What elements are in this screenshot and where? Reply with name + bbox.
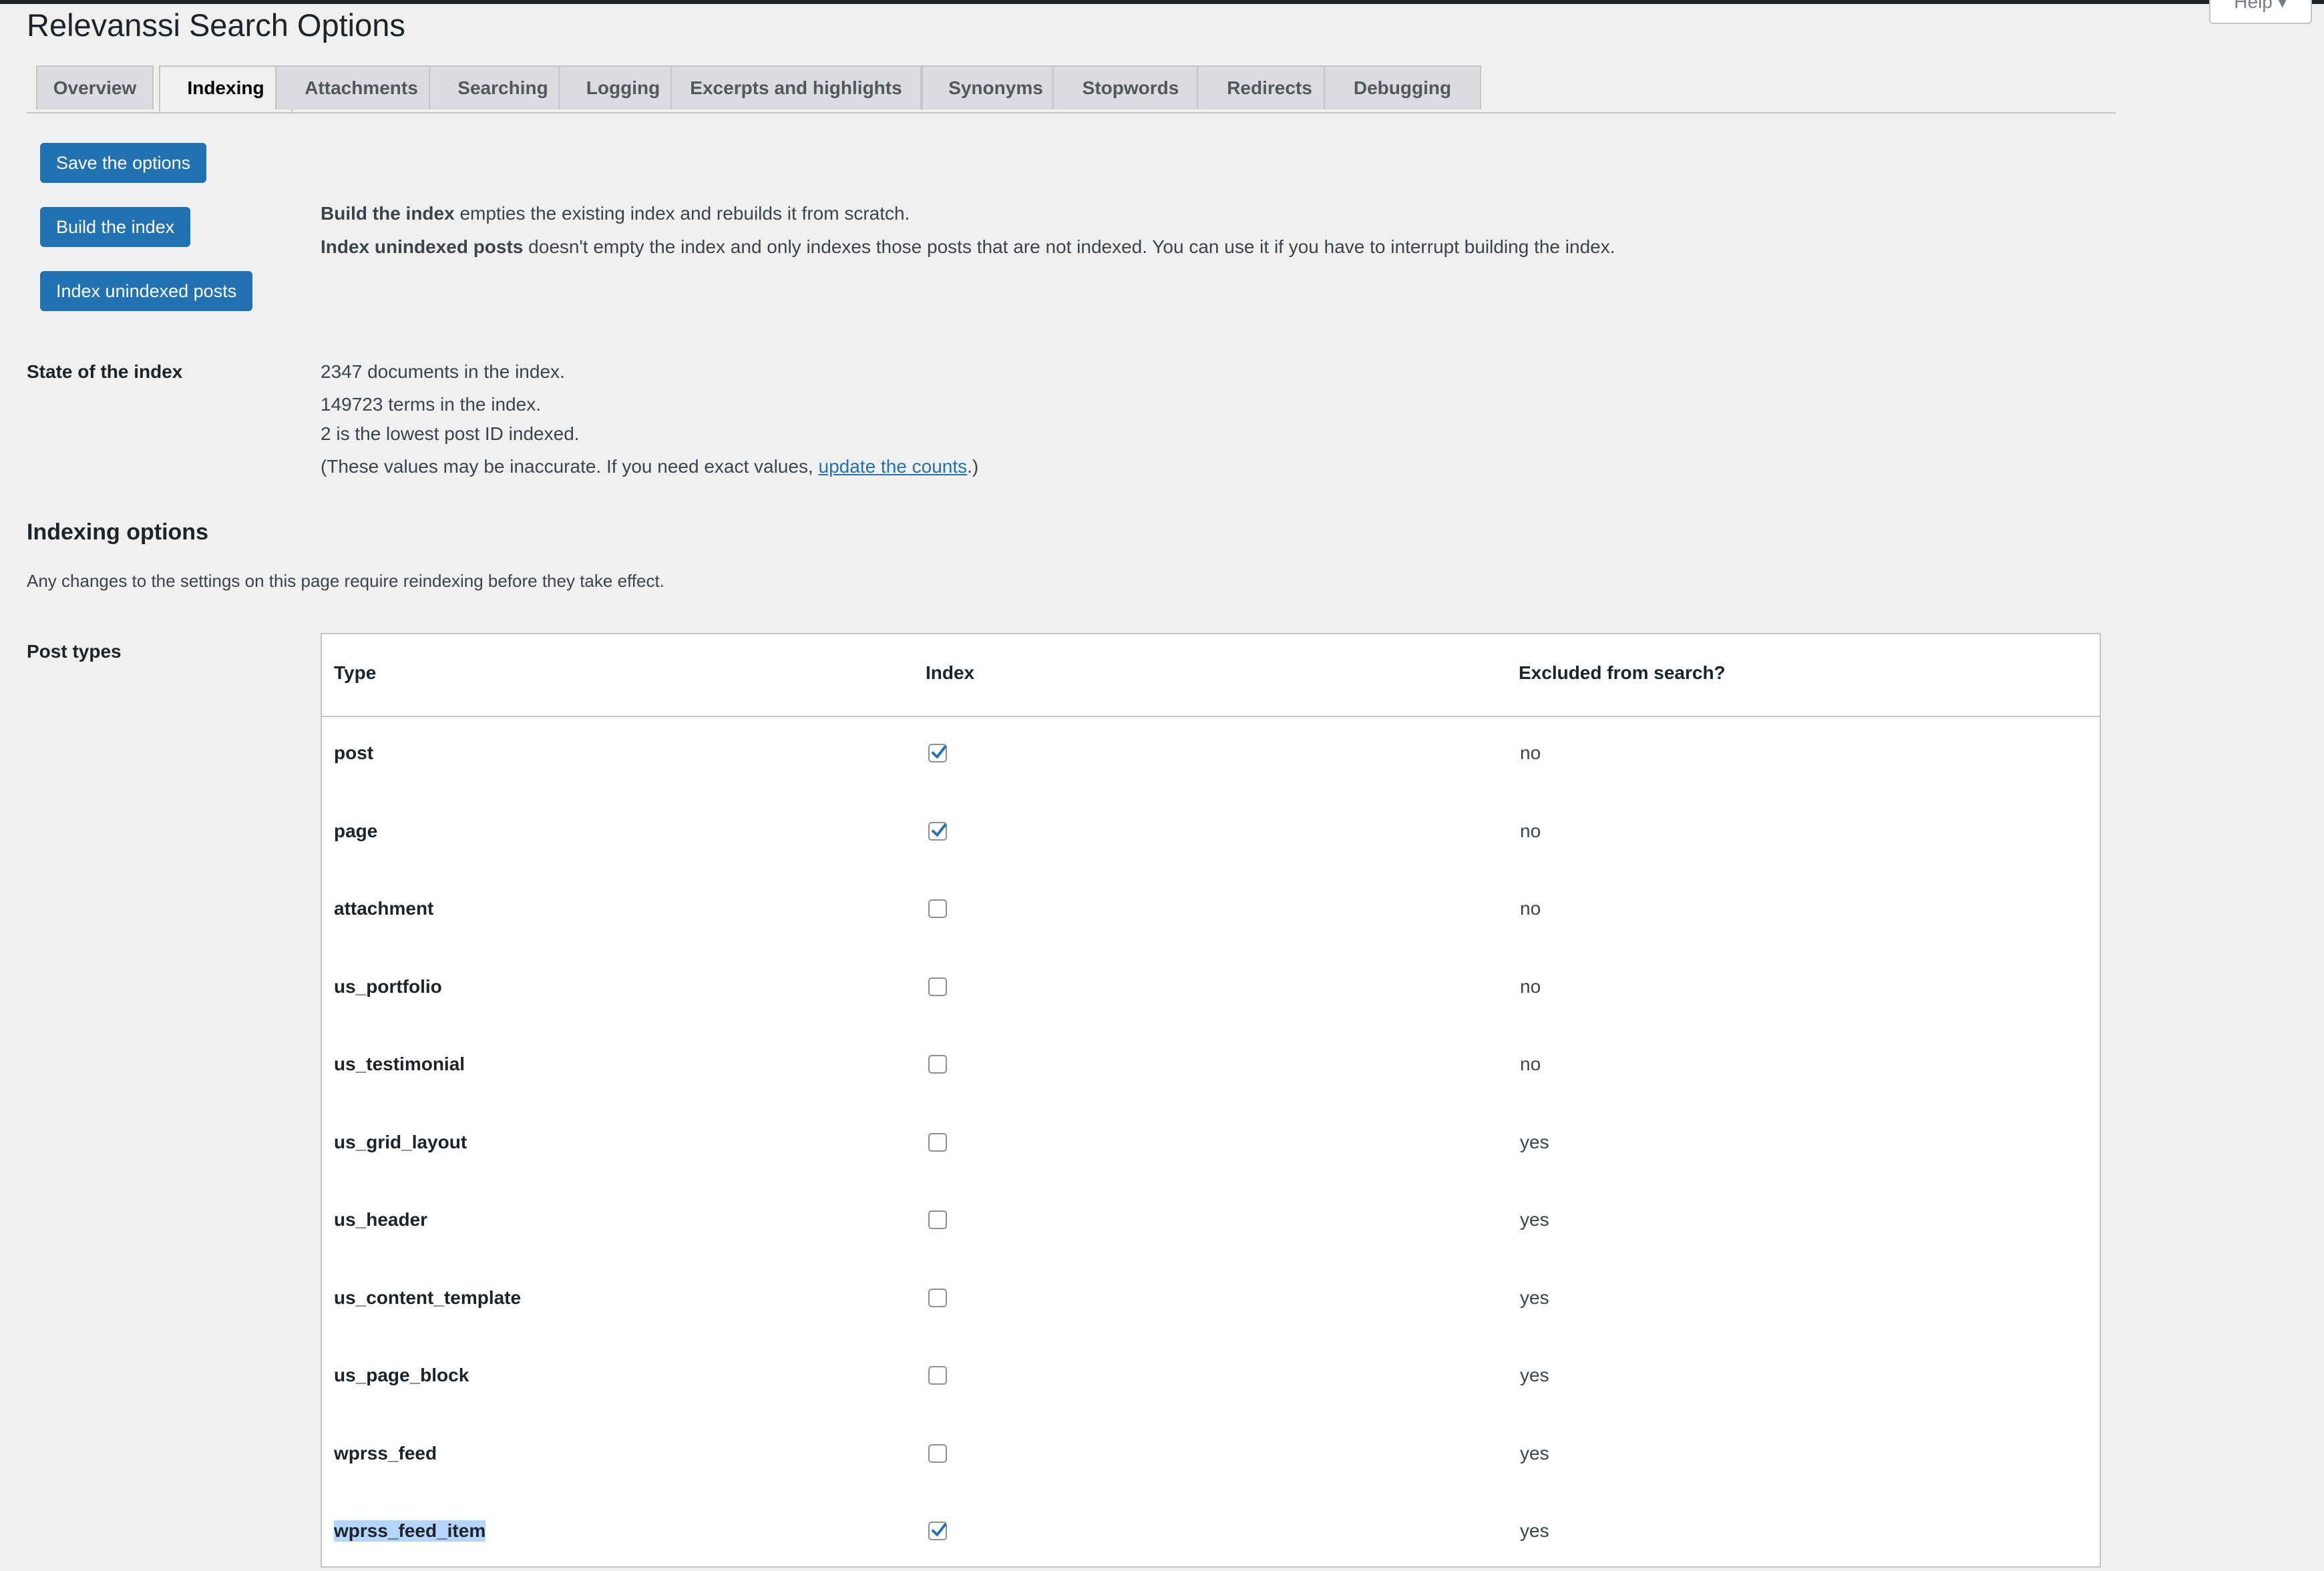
tab-debugging[interactable]: Debugging: [1324, 65, 1481, 109]
index-checkbox[interactable]: [928, 899, 947, 918]
lowest-post-id: 2 is the lowest post ID indexed.: [321, 423, 580, 444]
tab-synonyms[interactable]: Synonyms: [922, 65, 1070, 109]
tab-logging[interactable]: Logging: [558, 65, 688, 109]
table-row: us_portfolio no: [322, 949, 2100, 1027]
excluded-from-search-value: no: [1520, 1054, 1541, 1074]
build-index-term: Build the index: [321, 203, 455, 224]
reindex-note: Any changes to the settings on this page…: [27, 571, 664, 591]
index-checkbox[interactable]: [928, 744, 947, 762]
index-checkbox[interactable]: [928, 1366, 947, 1385]
index-unindexed-posts-button[interactable]: Index unindexed posts: [40, 271, 253, 311]
update-counts-link[interactable]: update the counts: [819, 456, 968, 477]
build-index-button[interactable]: Build the index: [40, 207, 191, 247]
table-row: page no: [322, 794, 2100, 871]
table-row: us_grid_layout yes: [322, 1105, 2100, 1182]
post-type-name: us_header: [334, 1209, 428, 1230]
counts-note-prefix: (These values may be inaccurate. If you …: [321, 456, 819, 477]
index-unindexed-term: Index unindexed posts: [321, 236, 524, 257]
table-row: us_testimonial no: [322, 1027, 2100, 1104]
terms-count: 149723 terms in the index.: [321, 394, 541, 415]
counts-note-suffix: .): [967, 456, 979, 477]
state-of-index-label: State of the index: [27, 361, 183, 382]
page-title: Relevanssi Search Options: [27, 7, 405, 43]
post-type-name: us_grid_layout: [334, 1131, 467, 1152]
index-unindexed-text: doesn't empty the index and only indexes…: [523, 236, 1615, 257]
index-checkbox[interactable]: [928, 977, 947, 996]
table-row: wprss_feed_item yes: [322, 1494, 2100, 1571]
admin-top-bar: [0, 0, 2324, 4]
post-type-name: us_content_template: [334, 1287, 522, 1308]
excluded-from-search-value: no: [1520, 820, 1541, 841]
table-row: us_header yes: [322, 1182, 2100, 1260]
excluded-from-search-value: yes: [1520, 1209, 1549, 1230]
post-type-name: wprss_feed: [334, 1442, 437, 1464]
tab-attachments[interactable]: Attachments: [275, 65, 447, 109]
table-row: us_page_block yes: [322, 1338, 2100, 1415]
save-options-button[interactable]: Save the options: [40, 143, 207, 183]
tab-redirects[interactable]: Redirects: [1197, 65, 1342, 109]
index-checkbox[interactable]: [928, 821, 947, 841]
build-index-description: Build the index empties the existing ind…: [321, 203, 910, 224]
excluded-from-search-value: yes: [1520, 1442, 1549, 1464]
documents-count: 2347 documents in the index.: [321, 361, 565, 382]
table-row: attachment no: [322, 871, 2100, 949]
tab-searching[interactable]: Searching: [429, 65, 577, 109]
table-row: wprss_feed yes: [322, 1416, 2100, 1494]
index-checkbox[interactable]: [928, 1443, 947, 1463]
column-header-type: Type: [334, 662, 377, 683]
post-type-name: attachment: [334, 898, 434, 919]
index-unindexed-description: Index unindexed posts doesn't empty the …: [321, 236, 1615, 258]
post-type-name: wprss_feed_item: [334, 1520, 486, 1542]
excluded-from-search-value: no: [1520, 975, 1541, 997]
excluded-from-search-value: yes: [1520, 1131, 1549, 1152]
tab-excerpts-and-highlights[interactable]: Excerpts and highlights: [670, 65, 922, 109]
checkmark-icon: [932, 823, 946, 837]
tab-overview[interactable]: Overview: [36, 65, 154, 109]
post-type-name: us_page_block: [334, 1365, 469, 1385]
table-header: Type Index Excluded from search?: [322, 634, 2100, 717]
checkmark-icon: [932, 745, 946, 758]
index-checkbox[interactable]: [928, 1288, 947, 1307]
excluded-from-search-value: no: [1520, 898, 1541, 919]
checkmark-icon: [932, 1523, 946, 1536]
counts-note: (These values may be inaccurate. If you …: [321, 456, 978, 477]
column-header-index: Index: [926, 662, 975, 683]
indexing-options-heading: Indexing options: [27, 519, 208, 545]
table-row: post no: [322, 716, 2100, 793]
index-checkbox[interactable]: [928, 1132, 947, 1152]
excluded-from-search-value: yes: [1520, 1365, 1549, 1385]
post-type-name: page: [334, 820, 378, 841]
post-types-table: Type Index Excluded from search? post no p…: [321, 633, 2101, 1568]
post-type-name: us_testimonial: [334, 1054, 465, 1074]
tab-indexing[interactable]: Indexing: [159, 65, 293, 112]
table-row: us_content_template yes: [322, 1261, 2100, 1338]
excluded-from-search-value: yes: [1520, 1287, 1549, 1308]
column-header-excluded: Excluded from search?: [1519, 662, 1726, 683]
post-types-label: Post types: [27, 641, 122, 662]
index-checkbox[interactable]: [928, 1210, 947, 1229]
tab-stopwords[interactable]: Stopwords: [1052, 65, 1209, 109]
build-index-text: empties the existing index and rebuilds …: [454, 203, 910, 224]
help-tab-button[interactable]: Help ▾: [2209, 0, 2312, 24]
index-checkbox[interactable]: [928, 1055, 947, 1074]
post-type-name: us_portfolio: [334, 975, 442, 997]
index-checkbox[interactable]: [928, 1522, 947, 1540]
excluded-from-search-value: no: [1520, 742, 1541, 763]
excluded-from-search-value: yes: [1520, 1520, 1549, 1541]
settings-tabs: Overview Indexing Attachments Searching …: [27, 64, 2116, 114]
post-type-name: post: [334, 742, 374, 763]
